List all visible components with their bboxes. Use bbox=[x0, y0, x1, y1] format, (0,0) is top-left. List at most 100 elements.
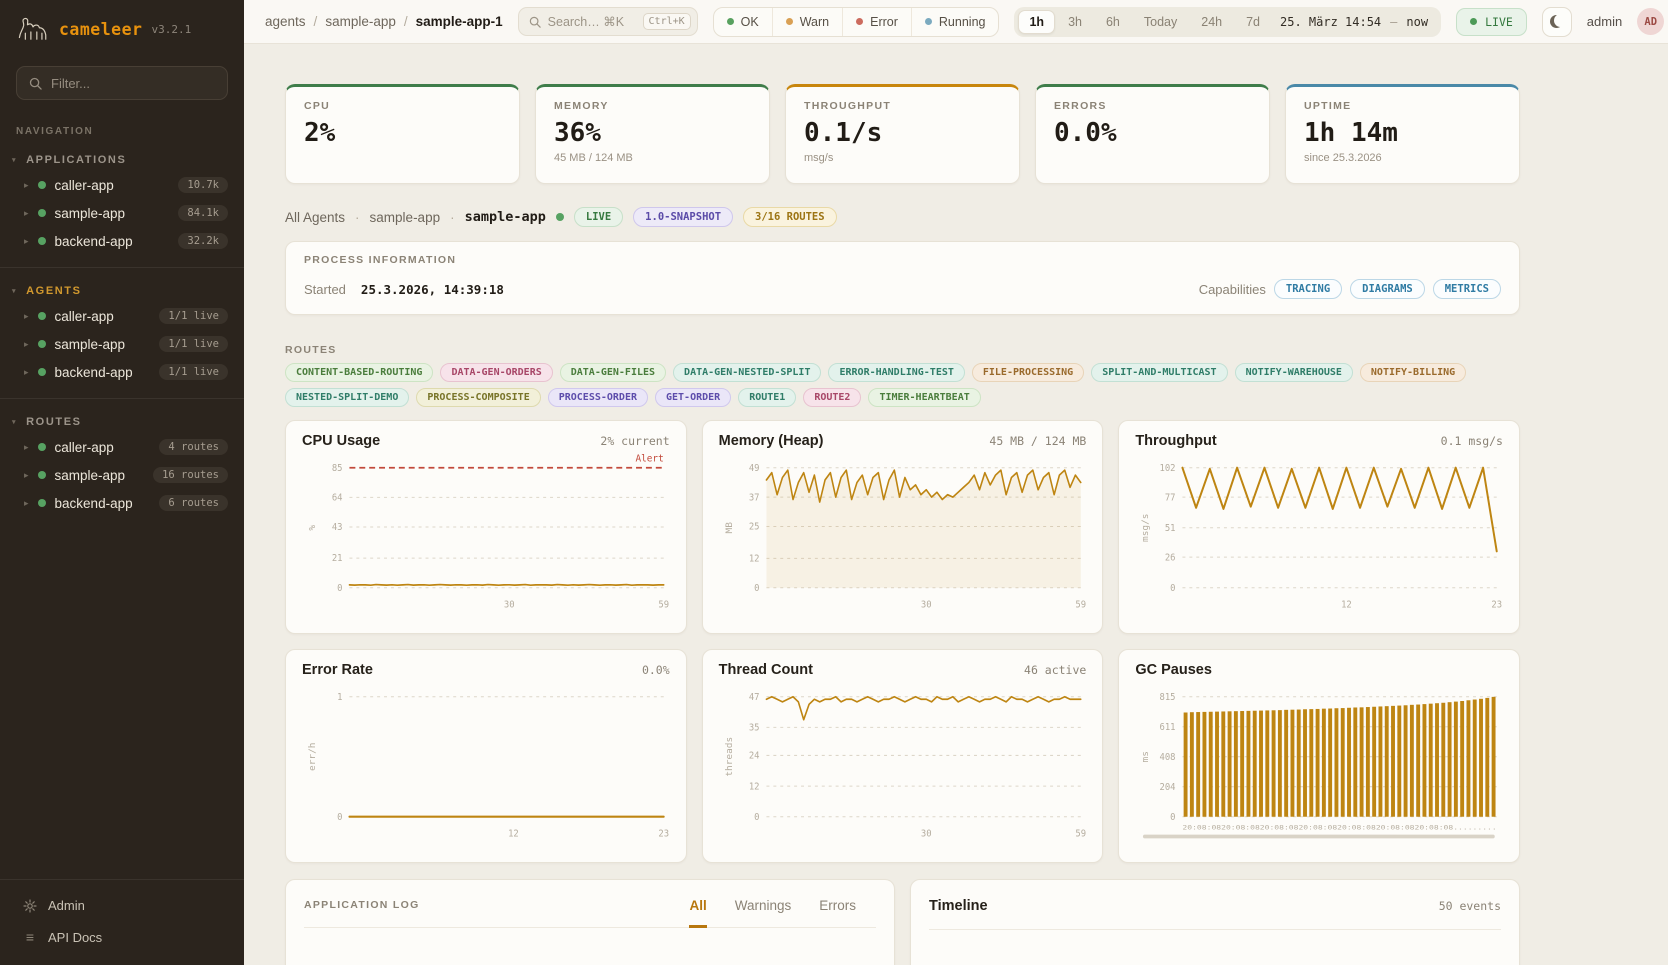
content-scroll-area[interactable]: CPU2%MEMORY36%45 MB / 124 MBTHROUGHPUT0.… bbox=[244, 44, 1668, 965]
time-range-1h[interactable]: 1h bbox=[1018, 10, 1055, 34]
breadcrumb-item[interactable]: sample-app bbox=[325, 14, 396, 29]
agent-breadcrumb-row: All Agents·sample-app·sample-appLIVE1.0-… bbox=[285, 207, 1520, 227]
topbar: agents/sample-app/sample-app-1 Search… ⌘… bbox=[244, 0, 1668, 44]
sidebar-item-applications-caller-app[interactable]: ▸caller-app10.7k bbox=[0, 171, 244, 199]
sidebar-item-routes-caller-app[interactable]: ▸caller-app4 routes bbox=[0, 433, 244, 461]
route-tag-timer-heartbeat[interactable]: TIMER-HEARTBEAT bbox=[868, 388, 980, 407]
route-tag-content-based-routing[interactable]: CONTENT-BASED-ROUTING bbox=[285, 363, 433, 382]
route-tag-data-gen-nested-split[interactable]: DATA-GEN-NESTED-SPLIT bbox=[673, 363, 821, 382]
capability-pill-metrics[interactable]: METRICS bbox=[1433, 279, 1501, 299]
route-tag-error-handling-test[interactable]: ERROR-HANDLING-TEST bbox=[828, 363, 964, 382]
crumb-dot-separator: · bbox=[450, 210, 455, 225]
route-tag-process-order[interactable]: PROCESS-ORDER bbox=[548, 388, 648, 407]
stat-value: 36% bbox=[554, 118, 751, 148]
svg-text:51: 51 bbox=[1165, 523, 1176, 534]
routes-block: ROUTES CONTENT-BASED-ROUTING DATA-GEN-ORD… bbox=[285, 344, 1520, 407]
svg-text:0: 0 bbox=[1170, 812, 1175, 823]
status-dot-icon bbox=[786, 18, 793, 25]
stat-value: 0.0% bbox=[1054, 118, 1251, 148]
route-tag-notify-billing[interactable]: NOTIFY-BILLING bbox=[1360, 363, 1466, 382]
sidebar-item-agents-sample-app[interactable]: ▸sample-app1/1 live bbox=[0, 330, 244, 358]
menu-lines-icon: ≡ bbox=[23, 929, 37, 945]
agent-crumb[interactable]: All Agents bbox=[285, 210, 345, 225]
sidebar-item-applications-sample-app[interactable]: ▸sample-app84.1k bbox=[0, 199, 244, 227]
svg-text:0: 0 bbox=[1170, 583, 1175, 594]
live-status-badge[interactable]: LIVE bbox=[1456, 8, 1527, 36]
route-tag-route2[interactable]: ROUTE2 bbox=[803, 388, 861, 407]
status-dot-icon bbox=[38, 340, 46, 348]
route-tag-file-processing[interactable]: FILE-PROCESSING bbox=[972, 363, 1084, 382]
status-filter-label: Running bbox=[939, 15, 986, 29]
status-filter-ok[interactable]: OK bbox=[714, 8, 772, 36]
sidebar-item-api-docs[interactable]: ≡ API Docs bbox=[0, 921, 244, 953]
sidebar-item-routes-backend-app[interactable]: ▸backend-app6 routes bbox=[0, 489, 244, 517]
sidebar-item-applications-backend-app[interactable]: ▸backend-app32.2k bbox=[0, 227, 244, 255]
chart-title: CPU Usage bbox=[302, 433, 380, 449]
sidebar-item-agents-caller-app[interactable]: ▸caller-app1/1 live bbox=[0, 302, 244, 330]
agent-crumb[interactable]: sample-app bbox=[370, 210, 441, 225]
route-tag-nested-split-demo[interactable]: NESTED-SPLIT-DEMO bbox=[285, 388, 409, 407]
svg-text:59: 59 bbox=[658, 599, 669, 610]
route-tag-get-order[interactable]: GET-ORDER bbox=[655, 388, 731, 407]
log-tab-all[interactable]: All bbox=[689, 898, 706, 928]
status-dot-icon bbox=[38, 312, 46, 320]
breadcrumb-item[interactable]: agents bbox=[265, 14, 306, 29]
app-name: cameleer bbox=[59, 20, 142, 39]
capability-pill-diagrams[interactable]: DIAGRAMS bbox=[1350, 279, 1425, 299]
sidebar-item-agents-backend-app[interactable]: ▸backend-app1/1 live bbox=[0, 358, 244, 386]
route-tag-route1[interactable]: ROUTE1 bbox=[738, 388, 796, 407]
agent-badge-1-0-snapshot: 1.0-SNAPSHOT bbox=[633, 207, 733, 227]
avatar[interactable]: AD bbox=[1637, 8, 1664, 35]
chevron-right-icon: ▸ bbox=[24, 208, 29, 219]
search-input[interactable]: Search… ⌘K Ctrl+K bbox=[518, 7, 698, 36]
capability-pill-tracing[interactable]: TRACING bbox=[1274, 279, 1342, 299]
status-filter-error[interactable]: Error bbox=[842, 8, 911, 36]
route-tag-split-and-multicast[interactable]: SPLIT-AND-MULTICAST bbox=[1091, 363, 1227, 382]
status-dot-icon bbox=[38, 471, 46, 479]
status-filter-running[interactable]: Running bbox=[911, 8, 999, 36]
item-label: backend-app bbox=[55, 365, 133, 380]
svg-text:815: 815 bbox=[1160, 692, 1176, 703]
app-logo[interactable]: cameleer v3.2.1 bbox=[0, 0, 244, 56]
application-log-card: APPLICATION LOG AllWarningsErrors bbox=[285, 879, 895, 965]
time-range-3h[interactable]: 3h bbox=[1057, 10, 1093, 34]
route-tag-data-gen-orders[interactable]: DATA-GEN-ORDERS bbox=[440, 363, 552, 382]
svg-text:12: 12 bbox=[1341, 599, 1352, 610]
sidebar-item-routes-sample-app[interactable]: ▸sample-app16 routes bbox=[0, 461, 244, 489]
status-filter-warn[interactable]: Warn bbox=[772, 8, 842, 36]
svg-text:ms: ms bbox=[1140, 751, 1151, 762]
status-dot-icon bbox=[925, 18, 932, 25]
svg-text:MB: MB bbox=[724, 522, 735, 534]
chart-canvas-error-rate: 10err/h1223 bbox=[302, 682, 670, 842]
sidebar-section-agents[interactable]: ▾AGENTS bbox=[0, 278, 244, 302]
time-range-6h[interactable]: 6h bbox=[1095, 10, 1131, 34]
status-dot-icon bbox=[856, 18, 863, 25]
breadcrumb-separator: / bbox=[314, 14, 318, 29]
search-icon bbox=[29, 77, 42, 90]
time-range-today[interactable]: Today bbox=[1133, 10, 1188, 34]
route-tag-data-gen-files[interactable]: DATA-GEN-FILES bbox=[560, 363, 666, 382]
sidebar-item-admin[interactable]: Admin bbox=[0, 890, 244, 921]
item-label: sample-app bbox=[55, 206, 126, 221]
sidebar-filter-input[interactable]: Filter... bbox=[16, 66, 228, 100]
sidebar: cameleer v3.2.1 Filter... NAVIGATION ▾AP… bbox=[0, 0, 244, 965]
caret-down-icon: ▾ bbox=[12, 287, 17, 295]
dark-mode-toggle[interactable] bbox=[1542, 7, 1572, 37]
route-tag-notify-warehouse[interactable]: NOTIFY-WAREHOUSE bbox=[1235, 363, 1353, 382]
svg-text:85: 85 bbox=[332, 463, 343, 474]
route-tag-process-composite[interactable]: PROCESS-COMPOSITE bbox=[416, 388, 540, 407]
filter-placeholder: Filter... bbox=[51, 76, 90, 91]
time-range-date[interactable]: 25. März 14:54—now bbox=[1273, 15, 1437, 29]
time-range-7d[interactable]: 7d bbox=[1235, 10, 1271, 34]
chart-title: Error Rate bbox=[302, 662, 373, 678]
log-tab-warnings[interactable]: Warnings bbox=[735, 898, 792, 928]
user-name: admin bbox=[1587, 14, 1622, 29]
sidebar-section-routes[interactable]: ▾ROUTES bbox=[0, 409, 244, 433]
log-tab-errors[interactable]: Errors bbox=[819, 898, 856, 928]
chart-meta: 45 MB / 124 MB bbox=[989, 434, 1086, 448]
time-range-24h[interactable]: 24h bbox=[1190, 10, 1233, 34]
chart-canvas-throughput: 1027751260msg/s1223 bbox=[1135, 453, 1503, 613]
chart-head: Thread Count46 active bbox=[719, 662, 1087, 678]
routes-title: ROUTES bbox=[285, 344, 1520, 356]
sidebar-section-applications[interactable]: ▾APPLICATIONS bbox=[0, 147, 244, 171]
